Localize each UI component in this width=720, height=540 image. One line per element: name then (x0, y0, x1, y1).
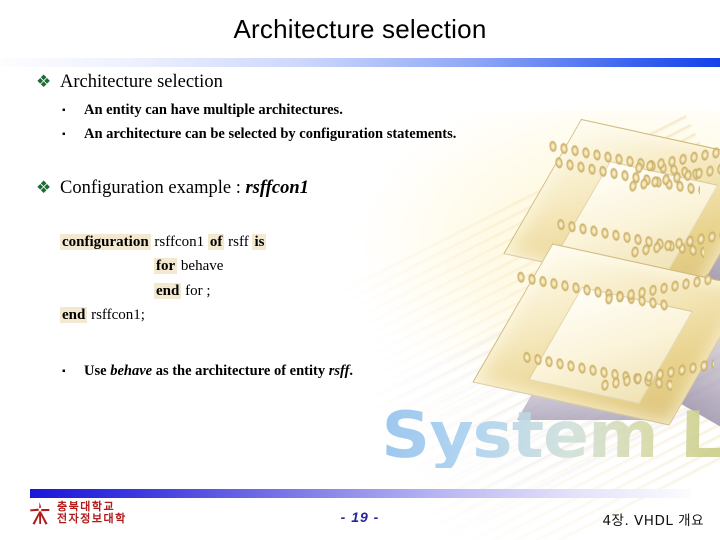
subbullet-selected-by-configuration-label: An architecture can be selected by confi… (84, 126, 457, 142)
note-prefix: Use (84, 363, 111, 379)
code-entity-name: rsff (228, 234, 249, 250)
code-end-config-tail: rsffcon1; (91, 306, 145, 323)
configuration-example-name: rsffcon1 (245, 178, 309, 198)
subbullet-use-behave-label: Use behave as the architecture of entity… (84, 363, 353, 380)
note-suffix: . (349, 363, 354, 379)
configuration-example-prefix: Configuration example : (60, 178, 246, 198)
keyword-end: end (154, 282, 182, 299)
note-emphasis-behave: behave (110, 363, 153, 379)
keyword-is: is (252, 234, 267, 250)
diamond-bullet-icon: ❖ (36, 72, 52, 91)
square-bullet-icon: ▪ (62, 129, 66, 140)
square-bullet-icon: ▪ (62, 105, 66, 116)
bullet-architecture-selection-label: Architecture selection (60, 72, 223, 92)
vhdl-code-block: configuration rsffcon1 of rsff is for be… (60, 230, 267, 327)
code-architecture-name: behave (180, 258, 224, 275)
bullet-configuration-example: ❖ Configuration example : rsffcon1 (36, 178, 309, 199)
keyword-for: for (154, 258, 178, 275)
diamond-bullet-icon: ❖ (36, 178, 52, 197)
code-end-for-tail: for ; (185, 282, 211, 299)
code-line-1: configuration rsffcon1 of rsff is (60, 230, 267, 254)
subbullet-entity-multiple-architectures-label: An entity can have multiple architecture… (84, 102, 343, 118)
code-line-4: end rsffcon1; (60, 303, 266, 327)
subbullet-entity-multiple-architectures: ▪ An entity can have multiple architectu… (62, 102, 343, 119)
square-bullet-icon: ▪ (62, 366, 66, 377)
code-line-2: for behave (60, 254, 266, 278)
chapter-label: 4장. VHDL 개요 (602, 513, 704, 529)
footer-divider (30, 489, 690, 498)
subbullet-selected-by-configuration: ▪ An architecture can be selected by con… (62, 126, 456, 143)
code-config-name: rsffcon1 (154, 234, 205, 250)
keyword-of: of (207, 234, 225, 250)
note-middle: as the architecture of entity (152, 363, 329, 379)
bullet-architecture-selection: ❖ Architecture selection (36, 72, 223, 93)
keyword-configuration: configuration (60, 234, 151, 250)
subbullet-use-behave-note: ▪ Use behave as the architecture of enti… (62, 363, 353, 380)
slide-canvas: System LSI Architecture selection ❖ Arch… (0, 0, 720, 540)
code-line-3: end for ; (60, 279, 266, 303)
bullet-configuration-example-label: Configuration example : rsffcon1 (60, 178, 309, 199)
keyword-end: end (60, 306, 88, 323)
slide-content: ❖ Architecture selection ▪ An entity can… (0, 0, 720, 540)
note-emphasis-rsff: rsff (328, 363, 350, 379)
